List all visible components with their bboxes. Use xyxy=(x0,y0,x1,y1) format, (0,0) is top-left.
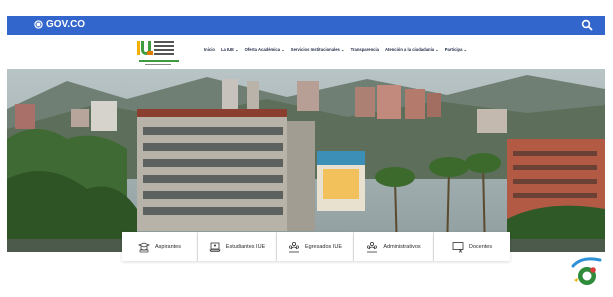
nav-item-oferta-academica[interactable]: Oferta Académica ⌄ xyxy=(245,47,285,52)
chat-bubble-icon[interactable] xyxy=(570,256,604,288)
card-label: Estudiantes IUE xyxy=(225,243,266,250)
card-egresados-iue[interactable]: Egresados IUE xyxy=(277,232,354,261)
campus-building-photo xyxy=(7,69,605,252)
gov-co-shield-icon xyxy=(34,20,43,29)
gov-co-label: GOV.CO xyxy=(46,19,86,30)
nav-item-atencion-ciudadania[interactable]: Atención a la ciudadanía ⌄ xyxy=(385,47,439,52)
card-aspirantes[interactable]: Aspirantes xyxy=(122,232,198,261)
card-label: Docentes xyxy=(468,243,493,250)
card-docentes[interactable]: Docentes xyxy=(434,232,510,261)
staff-group-icon xyxy=(367,241,378,252)
iue-logo[interactable] xyxy=(137,39,181,66)
gov-co-bar: GOV.CO xyxy=(7,16,605,35)
iue-logo-mark xyxy=(137,41,153,55)
audience-cards: Aspirantes Estudiantes IUE Egresados IUE… xyxy=(122,232,510,261)
card-label: Administrativos xyxy=(383,243,421,250)
nav-item-transparencia[interactable]: Transparencia xyxy=(351,47,379,52)
card-label: Egresados IUE xyxy=(305,243,342,250)
logo-tagline xyxy=(139,60,179,62)
nav-item-inicio[interactable]: Inicio xyxy=(204,47,215,52)
graduation-cap-icon xyxy=(138,242,150,252)
main-nav: Inicio La IUE ⌄ Oferta Académica ⌄ Servi… xyxy=(204,47,467,52)
nav-item-la-iue[interactable]: La IUE ⌄ xyxy=(221,47,239,52)
site-header: Inicio La IUE ⌄ Oferta Académica ⌄ Servi… xyxy=(7,35,605,69)
laptop-student-icon xyxy=(209,242,221,252)
search-icon[interactable] xyxy=(581,19,593,31)
card-label: Aspirantes xyxy=(155,243,181,250)
hero-banner xyxy=(7,69,605,252)
card-administrativos[interactable]: Administrativos xyxy=(354,232,434,261)
graduate-group-icon xyxy=(288,241,300,252)
gov-co-brand[interactable]: GOV.CO xyxy=(34,19,85,30)
logo-subtagline xyxy=(145,64,171,65)
card-estudiantes-iue[interactable]: Estudiantes IUE xyxy=(198,232,277,261)
logo-wordmark xyxy=(154,41,174,57)
nav-item-participa[interactable]: Participa ⌄ xyxy=(445,47,467,52)
nav-item-servicios-institucionales[interactable]: Servicios Institucionales ⌄ xyxy=(291,47,345,52)
teacher-board-icon xyxy=(452,241,464,253)
